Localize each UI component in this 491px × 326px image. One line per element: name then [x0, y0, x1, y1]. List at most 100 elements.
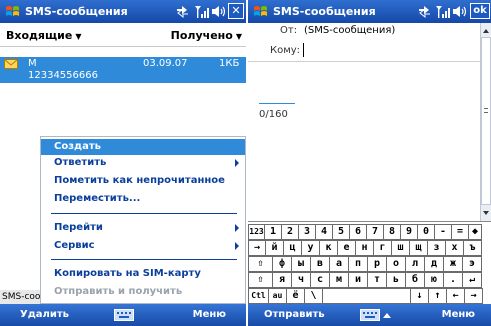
- keyboard-key[interactable]: 9: [400, 224, 418, 240]
- close-button[interactable]: ✕: [228, 3, 244, 19]
- to-row: Кому:: [248, 40, 480, 62]
- keyboard-key[interactable]: ↓: [410, 288, 429, 304]
- chevron-down-icon: ▼: [235, 32, 242, 41]
- menu-softkey[interactable]: Меню: [442, 309, 475, 320]
- delete-softkey[interactable]: Удалить: [20, 309, 69, 320]
- scroll-up-icon[interactable]: [482, 25, 490, 37]
- menu-item-move[interactable]: Переместить...: [41, 191, 245, 207]
- menu-item-tools[interactable]: Сервис: [41, 238, 245, 254]
- volume-icon[interactable]: [451, 3, 468, 20]
- keyboard-row-1: → й ц у к е н г ш щ з х ъ: [248, 240, 491, 256]
- menu-item-copy-to-sim[interactable]: Копировать на SIM-карту: [41, 266, 245, 282]
- keyboard-key[interactable]: б: [405, 272, 425, 288]
- connectivity-icon[interactable]: [416, 3, 433, 20]
- keyboard-key[interactable]: 4: [315, 224, 333, 240]
- from-value[interactable]: (SMS-сообщения): [304, 23, 395, 39]
- keyboard-key[interactable]: 1: [264, 224, 282, 240]
- keyboard-key[interactable]: ы: [291, 256, 311, 272]
- keyboard-key-space[interactable]: [322, 288, 411, 304]
- keyboard-key[interactable]: Ctl: [248, 288, 269, 304]
- message-body-area[interactable]: 0/160: [248, 63, 480, 198]
- keyboard-key[interactable]: ↑: [428, 288, 447, 304]
- recipient-input[interactable]: [300, 42, 476, 58]
- keyboard-key[interactable]: л: [405, 256, 425, 272]
- keyboard-key[interactable]: 123: [248, 224, 265, 240]
- vertical-scrollbar[interactable]: [480, 23, 491, 221]
- menu-item-reply[interactable]: Ответить: [41, 155, 245, 171]
- keyboard-key[interactable]: ю: [424, 272, 444, 288]
- scroll-down-icon[interactable]: [482, 207, 490, 219]
- keyboard-key[interactable]: з: [427, 240, 446, 256]
- keyboard-key[interactable]: т: [367, 272, 387, 288]
- keyboard-key[interactable]: с: [310, 272, 330, 288]
- chevron-up-icon[interactable]: [383, 312, 391, 318]
- keyboard-key[interactable]: 3: [298, 224, 316, 240]
- keyboard-key[interactable]: н: [355, 240, 374, 256]
- keyboard-key[interactable]: ↵: [462, 272, 482, 288]
- keyboard-key[interactable]: и: [348, 272, 368, 288]
- keyboard-key[interactable]: э: [462, 256, 482, 272]
- keyboard-key[interactable]: д: [424, 256, 444, 272]
- volume-icon[interactable]: [210, 3, 227, 20]
- menu-softkey[interactable]: Меню: [193, 309, 226, 320]
- keyboard-key[interactable]: ъ: [463, 240, 482, 256]
- keyboard-key[interactable]: au: [268, 288, 287, 304]
- keyboard-key[interactable]: ц: [283, 240, 302, 256]
- keyboard-key[interactable]: й: [265, 240, 284, 256]
- folder-dropdown[interactable]: Входящие ▼: [6, 29, 81, 42]
- keyboard-key[interactable]: ч: [291, 272, 311, 288]
- keyboard-key[interactable]: -: [434, 224, 452, 240]
- windows-start-icon[interactable]: [252, 3, 269, 20]
- keyboard-key[interactable]: 8: [383, 224, 401, 240]
- keyboard-key[interactable]: о: [386, 256, 406, 272]
- keyboard-key[interactable]: ш: [391, 240, 410, 256]
- keyboard-key[interactable]: р: [367, 256, 387, 272]
- keyboard-key[interactable]: .: [443, 272, 463, 288]
- signal-strength-icon[interactable]: [193, 3, 210, 20]
- keyboard-key[interactable]: →: [248, 240, 266, 256]
- from-row: От: (SMS-сообщения): [248, 23, 480, 39]
- scrollbar-thumb[interactable]: [481, 37, 491, 205]
- keyboard-key[interactable]: г: [373, 240, 392, 256]
- keyboard-key[interactable]: 0: [417, 224, 435, 240]
- keyboard-key[interactable]: 6: [349, 224, 367, 240]
- keyboard-key[interactable]: к: [319, 240, 338, 256]
- message-list-item[interactable]: М 03.09.07 1КБ 12334556666: [0, 57, 246, 83]
- keyboard-key[interactable]: у: [301, 240, 320, 256]
- keyboard-key[interactable]: я: [272, 272, 292, 288]
- keyboard-icon[interactable]: [360, 309, 380, 321]
- keyboard-key[interactable]: ж: [443, 256, 463, 272]
- send-softkey[interactable]: Отправить: [264, 309, 325, 320]
- keyboard-icon[interactable]: [114, 309, 134, 321]
- keyboard-key[interactable]: ⇧: [248, 272, 273, 288]
- keyboard-key[interactable]: ←: [446, 288, 465, 304]
- keyboard-key[interactable]: 5: [332, 224, 350, 240]
- menu-item-mark-unread[interactable]: Пометить как непрочитанное: [41, 173, 245, 189]
- menu-item-go-to[interactable]: Перейти: [41, 220, 245, 236]
- keyboard-key[interactable]: а: [329, 256, 349, 272]
- keyboard-key[interactable]: е: [337, 240, 356, 256]
- keyboard-key[interactable]: 7: [366, 224, 384, 240]
- keyboard-key[interactable]: \: [304, 288, 323, 304]
- sort-dropdown[interactable]: Получено ▼: [171, 29, 242, 42]
- ok-button[interactable]: ok: [470, 3, 490, 19]
- keyboard-key[interactable]: =: [451, 224, 469, 240]
- keyboard-key[interactable]: м: [329, 272, 349, 288]
- signal-strength-icon[interactable]: [434, 3, 451, 20]
- keyboard-key[interactable]: в: [310, 256, 330, 272]
- keyboard-key[interactable]: х: [445, 240, 464, 256]
- keyboard-key[interactable]: →: [464, 288, 483, 304]
- keyboard-key[interactable]: щ: [409, 240, 428, 256]
- keyboard-key[interactable]: ф: [272, 256, 292, 272]
- sort-label: Получено: [170, 29, 233, 42]
- keyboard-key[interactable]: 2: [281, 224, 299, 240]
- keyboard-key[interactable]: ё: [286, 288, 305, 304]
- app-title: SMS-сообщения: [25, 5, 128, 18]
- keyboard-key[interactable]: ⇧: [248, 256, 273, 272]
- keyboard-key[interactable]: ◆: [468, 224, 482, 240]
- windows-start-icon[interactable]: [4, 3, 21, 20]
- keyboard-key[interactable]: ь: [386, 272, 406, 288]
- menu-item-create[interactable]: Создать: [41, 139, 245, 155]
- keyboard-key[interactable]: п: [348, 256, 368, 272]
- connectivity-icon[interactable]: [174, 3, 191, 20]
